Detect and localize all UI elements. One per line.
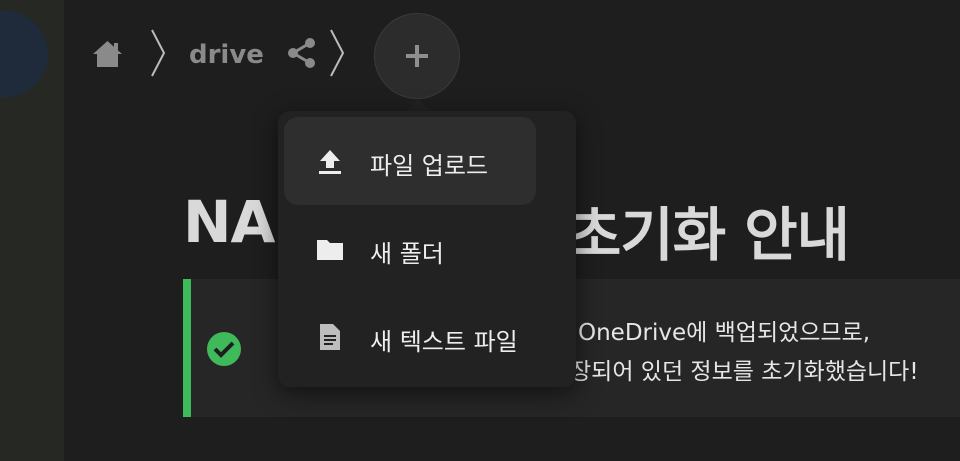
chevron-right-icon xyxy=(150,28,166,78)
menu-item-upload-file[interactable]: 파일 업로드 xyxy=(284,117,536,205)
home-icon[interactable] xyxy=(91,38,124,71)
avatar[interactable] xyxy=(0,10,48,98)
folder-icon xyxy=(316,235,344,263)
menu-item-label: 파일 업로드 xyxy=(370,152,489,180)
notice-line-1: OneDrive에 백업되었으므로, xyxy=(578,320,871,346)
menu-item-label: 새 폴더 xyxy=(370,240,444,268)
breadcrumb-folder[interactable]: drive xyxy=(189,40,264,70)
check-circle-icon xyxy=(206,331,242,367)
left-sidebar xyxy=(0,0,64,461)
menu-item-label: 새 텍스트 파일 xyxy=(370,328,518,356)
document-icon xyxy=(316,323,344,351)
add-dropdown-menu: 파일 업로드 새 폴더 새 텍스트 파일 xyxy=(278,111,576,387)
plus-icon xyxy=(406,45,428,67)
menu-item-new-text-file[interactable]: 새 텍스트 파일 xyxy=(284,293,536,381)
menu-item-new-folder[interactable]: 새 폴더 xyxy=(284,205,536,293)
upload-icon xyxy=(316,147,344,175)
page-title-right: 초기화 안내 xyxy=(568,201,850,269)
app-window: drive NAS 초기화 안내 OneDrive에 백업되었으므로, 장되어 있… xyxy=(0,0,960,461)
add-button[interactable] xyxy=(374,13,460,99)
chevron-right-icon xyxy=(329,28,345,78)
notice-line-2: 장되어 있던 정보를 초기화했습니다! xyxy=(570,359,919,385)
share-icon[interactable] xyxy=(287,37,317,69)
